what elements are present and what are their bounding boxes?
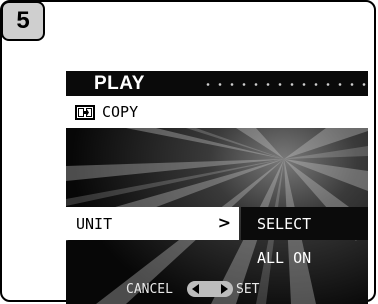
unit-setting-row[interactable]: UNIT > SELECT	[66, 207, 368, 240]
title-dotted-rule	[202, 83, 366, 86]
unit-label: UNIT	[76, 214, 113, 233]
menu-item-label: COPY	[102, 103, 139, 121]
cancel-label: CANCEL	[126, 282, 173, 297]
unit-label-box: UNIT >	[66, 207, 239, 240]
menu-item-copy[interactable]: COPY	[66, 96, 368, 128]
left-right-arrows-icon	[187, 281, 233, 297]
option-select[interactable]: SELECT	[241, 207, 368, 240]
option-all-on[interactable]: ALL ON	[257, 249, 311, 267]
chevron-right-icon: >	[217, 213, 231, 232]
set-label: SET	[236, 282, 260, 297]
screen-title: PLAY	[94, 73, 145, 94]
step-number-badge: 5	[1, 1, 45, 41]
copy-icon	[75, 104, 95, 120]
camera-lcd-screen: PLAY COPY UNIT > SELECT ALL ON CANCEL SE…	[66, 71, 368, 304]
option-select-label: SELECT	[257, 214, 312, 233]
step-number: 5	[16, 7, 30, 34]
footer-guide: CANCEL SET	[66, 274, 368, 304]
